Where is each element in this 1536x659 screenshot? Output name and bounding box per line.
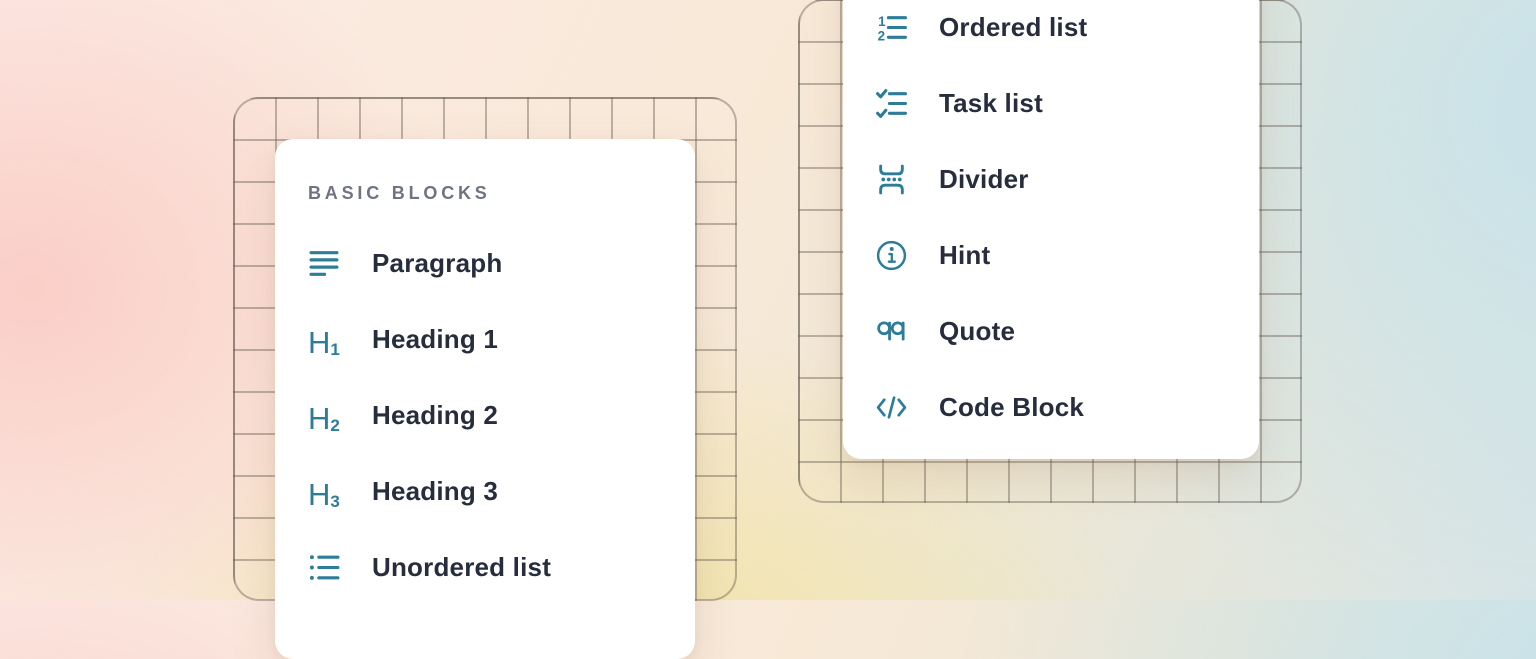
quote-icon bbox=[875, 315, 908, 348]
menu-item-ordered-list[interactable]: 1 2 Ordered list bbox=[875, 0, 1241, 65]
menu-item-hint[interactable]: Hint bbox=[875, 217, 1241, 293]
menu-item-label: Hint bbox=[939, 240, 990, 271]
hint-icon bbox=[875, 239, 908, 272]
svg-text:1: 1 bbox=[878, 13, 886, 28]
heading-3-icon: H 3 bbox=[308, 475, 341, 508]
svg-text:2: 2 bbox=[878, 28, 885, 43]
menu-item-label: Quote bbox=[939, 316, 1015, 347]
menu-item-label: Heading 3 bbox=[372, 476, 498, 507]
menu-item-divider[interactable]: Divider bbox=[875, 141, 1241, 217]
menu-item-code-block[interactable]: Code Block bbox=[875, 369, 1241, 445]
page-background: { "left_panel": { "section_label": "BASI… bbox=[0, 0, 1536, 600]
menu-item-quote[interactable]: Quote bbox=[875, 293, 1241, 369]
menu-item-label: Heading 2 bbox=[372, 400, 498, 431]
menu-item-task-list[interactable]: Task list bbox=[875, 65, 1241, 141]
menu-item-label: Task list bbox=[939, 88, 1043, 119]
menu-item-label: Heading 1 bbox=[372, 324, 498, 355]
section-label-basic-blocks: BASIC BLOCKS bbox=[308, 183, 677, 203]
menu-item-label: Ordered list bbox=[939, 12, 1087, 43]
unordered-list-icon bbox=[308, 551, 341, 584]
menu-item-label: Paragraph bbox=[372, 248, 502, 279]
menu-item-unordered-list[interactable]: Unordered list bbox=[308, 529, 677, 605]
task-list-icon bbox=[875, 87, 908, 120]
menu-item-heading-3[interactable]: H 3 Heading 3 bbox=[308, 453, 677, 529]
blocks-menu-card-right: 1 2 Ordered list Task list bbox=[843, 0, 1259, 459]
paragraph-icon bbox=[308, 247, 341, 280]
heading-1-icon: H 1 bbox=[308, 323, 341, 356]
menu-item-heading-2[interactable]: H 2 Heading 2 bbox=[308, 377, 677, 453]
menu-item-label: Unordered list bbox=[372, 552, 551, 583]
menu-item-paragraph[interactable]: Paragraph bbox=[308, 225, 677, 301]
menu-item-label: Code Block bbox=[939, 392, 1084, 423]
divider-icon bbox=[875, 163, 908, 196]
basic-blocks-menu-card: BASIC BLOCKS Paragraph H 1 Heading 1 H 2 bbox=[275, 139, 695, 659]
ordered-list-icon: 1 2 bbox=[875, 11, 908, 44]
menu-item-label: Divider bbox=[939, 164, 1029, 195]
heading-2-icon: H 2 bbox=[308, 399, 341, 432]
menu-item-heading-1[interactable]: H 1 Heading 1 bbox=[308, 301, 677, 377]
code-block-icon bbox=[875, 391, 908, 424]
